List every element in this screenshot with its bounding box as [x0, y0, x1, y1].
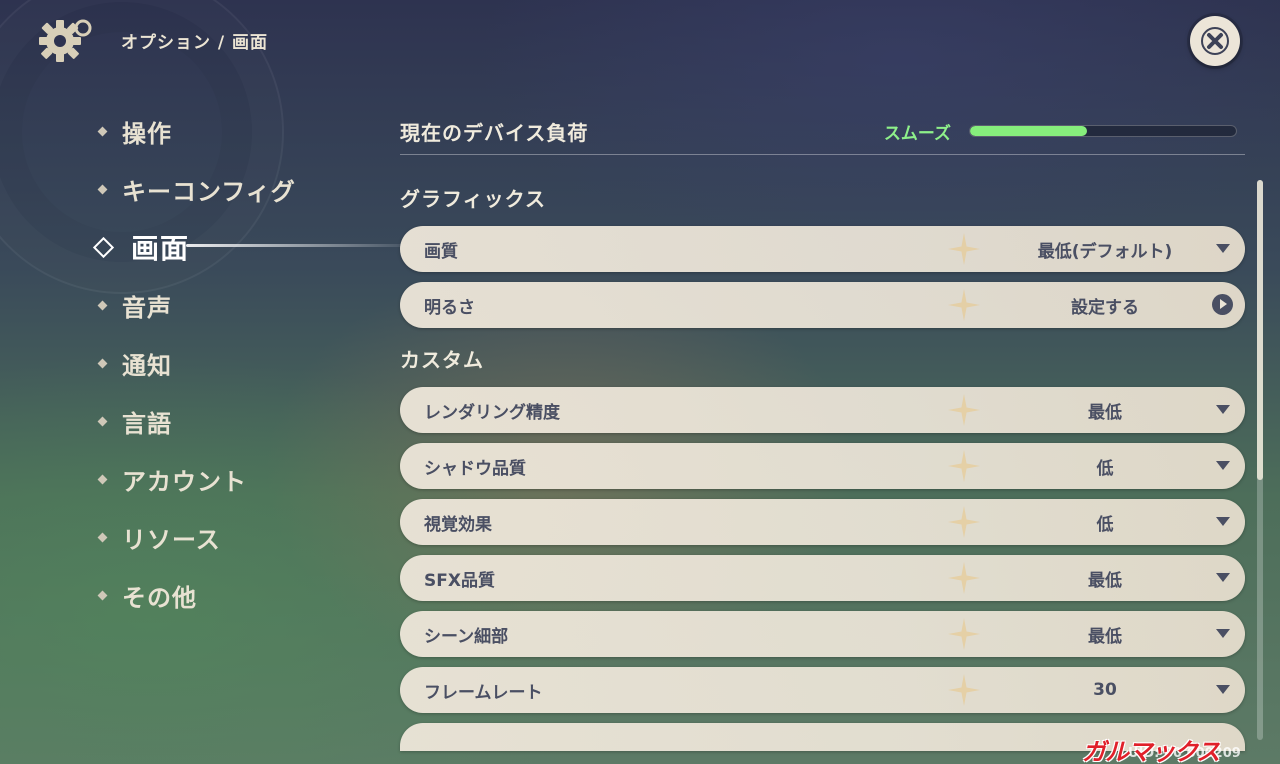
scrollbar-thumb[interactable] — [1257, 180, 1263, 480]
sparkle-decoration — [948, 506, 980, 538]
section-title-custom: カスタム — [400, 348, 484, 372]
sidebar-item-label: 音声 — [122, 293, 172, 322]
sidebar-item-key-config[interactable]: キーコンフィグ — [96, 160, 296, 218]
option-value: 最低 — [1088, 570, 1122, 591]
close-button[interactable] — [1190, 16, 1240, 66]
gear-icon — [34, 16, 94, 66]
option-value: 最低 — [1088, 402, 1122, 423]
chevron-down-icon — [1216, 573, 1230, 582]
sparkle-decoration — [948, 450, 980, 482]
sparkle-decoration — [948, 674, 980, 706]
option-value: 最低(デフォルト) — [1037, 241, 1173, 262]
device-load-fill — [970, 126, 1088, 136]
sparkle-decoration — [948, 233, 980, 265]
sidebar-item-controls[interactable]: 操作 — [96, 102, 296, 160]
watermark-logo: ガルマックス — [1082, 738, 1220, 764]
settings-screen: オプション / 画面 操作 キーコンフィグ 画面 音声 通知 言語 アカウント … — [0, 0, 1280, 764]
settings-panel: 現在のデバイス負荷 スムーズ グラフィックス 画質 最低(デフォルト) 明るさ … — [400, 108, 1245, 751]
diamond-bullet-icon — [97, 474, 108, 484]
diamond-bullet-icon — [97, 126, 108, 136]
chevron-down-icon — [1216, 244, 1230, 253]
option-value: 30 — [1093, 680, 1117, 700]
diamond-bullet-icon — [97, 358, 108, 368]
sidebar-nav: 操作 キーコンフィグ 画面 音声 通知 言語 アカウント リソース その他 — [92, 102, 426, 624]
chevron-down-icon — [1216, 461, 1230, 470]
diamond-bullet-icon — [97, 300, 108, 310]
sidebar-item-account[interactable]: アカウント — [96, 450, 296, 508]
sidebar-item-other[interactable]: その他 — [96, 566, 296, 624]
option-visual-effects[interactable]: 視覚効果 低 — [400, 499, 1245, 545]
option-label: 明るさ — [424, 297, 475, 318]
option-label: フレームレート — [424, 682, 543, 703]
option-value: 設定する — [1071, 297, 1139, 318]
active-highlight — [186, 244, 426, 247]
sidebar-item-language[interactable]: 言語 — [96, 392, 296, 450]
option-label: 視覚効果 — [424, 514, 492, 535]
chevron-down-icon — [1216, 517, 1230, 526]
chevron-down-icon — [1216, 685, 1230, 694]
sidebar-item-graphics[interactable]: 画面 — [92, 218, 426, 276]
diamond-bullet-icon — [97, 532, 108, 542]
close-icon — [1201, 27, 1229, 55]
sidebar-item-label: リソース — [122, 525, 221, 554]
option-brightness[interactable]: 明るさ 設定する — [400, 282, 1245, 328]
option-quality[interactable]: 画質 最低(デフォルト) — [400, 226, 1245, 272]
sparkle-decoration — [948, 562, 980, 594]
sidebar-item-label: 言語 — [122, 409, 172, 438]
option-label: シャドウ品質 — [424, 458, 526, 479]
sidebar-item-label: キーコンフィグ — [122, 177, 296, 206]
device-load-status: スムーズ — [883, 123, 951, 144]
option-label: レンダリング精度 — [424, 402, 560, 423]
device-load-title: 現在のデバイス負荷 — [400, 120, 589, 145]
sidebar-item-audio[interactable]: 音声 — [96, 276, 296, 334]
option-render-resolution[interactable]: レンダリング精度 最低 — [400, 387, 1245, 433]
arrow-right-circle-icon — [1212, 294, 1233, 315]
scrollbar[interactable] — [1257, 180, 1263, 740]
sidebar-item-label: その他 — [122, 583, 197, 612]
sidebar-item-label: 操作 — [122, 119, 172, 148]
device-load-bar — [969, 125, 1237, 137]
option-label: SFX品質 — [424, 570, 495, 591]
option-shadow-quality[interactable]: シャドウ品質 低 — [400, 443, 1245, 489]
breadcrumb: オプション / 画面 — [121, 33, 269, 53]
sidebar-item-label: アカウント — [122, 467, 247, 496]
option-label: 画質 — [424, 241, 458, 262]
diamond-bullet-icon — [92, 236, 115, 258]
device-load-row: 現在のデバイス負荷 スムーズ — [400, 108, 1245, 155]
chevron-down-icon — [1216, 629, 1230, 638]
sidebar-item-label: 画面 — [131, 232, 190, 265]
option-sfx-quality[interactable]: SFX品質 最低 — [400, 555, 1245, 601]
option-label: シーン細部 — [424, 626, 509, 647]
option-frame-rate[interactable]: フレームレート 30 — [400, 667, 1245, 713]
diamond-bullet-icon — [97, 590, 108, 600]
sparkle-decoration — [948, 394, 980, 426]
sidebar-item-resources[interactable]: リソース — [96, 508, 296, 566]
diamond-bullet-icon — [97, 184, 108, 194]
option-scene-detail[interactable]: シーン細部 最低 — [400, 611, 1245, 657]
diamond-bullet-icon — [97, 416, 108, 426]
option-value: 低 — [1096, 514, 1114, 535]
chevron-down-icon — [1216, 405, 1230, 414]
option-value: 低 — [1096, 458, 1114, 479]
sparkle-decoration — [948, 289, 980, 321]
sidebar-item-label: 通知 — [122, 351, 172, 380]
option-value: 最低 — [1088, 626, 1122, 647]
section-title-graphics: グラフィックス — [400, 187, 546, 211]
sparkle-decoration — [948, 618, 980, 650]
sidebar-item-notifications[interactable]: 通知 — [96, 334, 296, 392]
